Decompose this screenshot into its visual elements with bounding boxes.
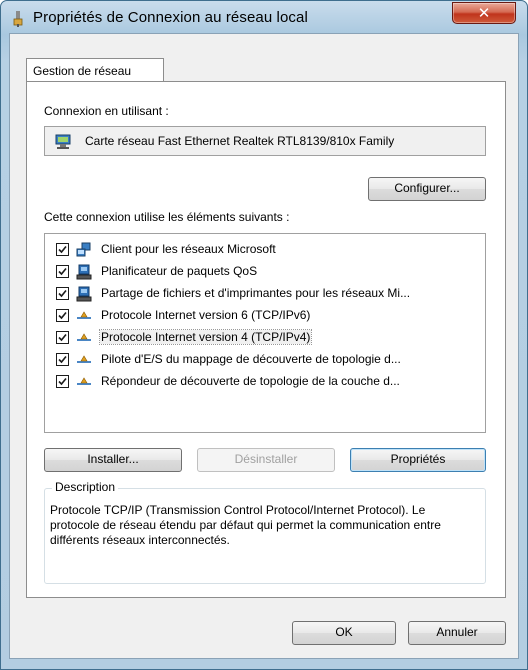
list-item-label: Planificateur de paquets QoS <box>101 264 258 278</box>
checkbox[interactable] <box>56 331 69 344</box>
checkbox[interactable] <box>56 243 69 256</box>
list-item-label: Protocole Internet version 4 (TCP/IPv4) <box>98 329 313 345</box>
list-item-selected[interactable]: Protocole Internet version 4 (TCP/IPv4) <box>45 327 485 349</box>
uninstall-button[interactable]: Désinstaller <box>197 448 335 472</box>
list-item-label: Partage de fichiers et d'imprimantes pou… <box>101 286 411 300</box>
description-text: Protocole TCP/IP (Transmission Control P… <box>50 503 441 547</box>
connect-using-label: Connexion en utilisant : <box>44 104 169 118</box>
list-item-label: Client pour les réseaux Microsoft <box>101 242 276 256</box>
list-item[interactable]: Pilote d'E/S du mappage de découverte de… <box>45 349 485 371</box>
list-item[interactable]: Répondeur de découverte de topologie de … <box>45 371 485 393</box>
network-client-icon <box>76 242 91 257</box>
checkmark-icon <box>58 355 67 364</box>
list-item[interactable]: Client pour les réseaux Microsoft <box>45 239 485 261</box>
protocol-icon <box>77 333 91 341</box>
network-adapter-icon <box>55 134 71 149</box>
components-label: Cette connexion utilise les éléments sui… <box>44 210 290 224</box>
components-list[interactable]: Client pour les réseaux Microsoft Planif… <box>44 233 486 433</box>
checkmark-icon <box>58 377 67 386</box>
checkbox[interactable] <box>56 309 69 322</box>
checkmark-icon <box>58 267 67 276</box>
checkbox[interactable] <box>56 287 69 300</box>
close-icon: ✕ <box>477 4 491 22</box>
protocol-icon <box>77 355 91 363</box>
cancel-button[interactable]: Annuler <box>408 621 506 645</box>
description-title: Description <box>52 480 119 494</box>
ok-button[interactable]: OK <box>292 621 396 645</box>
checkmark-icon <box>58 333 67 342</box>
list-item[interactable]: Protocole Internet version 6 (TCP/IPv6) <box>45 305 485 327</box>
list-item[interactable]: Partage de fichiers et d'imprimantes pou… <box>45 283 485 305</box>
close-button[interactable]: ✕ <box>452 2 516 24</box>
title-bar[interactable]: Propriétés de Connexion au réseau local … <box>1 1 527 35</box>
checkmark-icon <box>58 245 67 254</box>
list-item-label: Protocole Internet version 6 (TCP/IPv6) <box>101 308 311 322</box>
list-item-label: Pilote d'E/S du mappage de découverte de… <box>101 352 401 366</box>
protocol-icon <box>77 311 91 319</box>
tab-label: Gestion de réseau <box>33 64 132 78</box>
checkbox[interactable] <box>56 265 69 278</box>
properties-button[interactable]: Propriétés <box>350 448 486 472</box>
checkmark-icon <box>58 289 67 298</box>
protocol-icon <box>77 377 91 385</box>
window-title: Propriétés de Connexion au réseau local <box>33 9 308 26</box>
checkmark-icon <box>58 311 67 320</box>
checkbox[interactable] <box>56 375 69 388</box>
checkbox[interactable] <box>56 353 69 366</box>
tab-gestion-de-reseau[interactable]: Gestion de réseau <box>26 58 164 82</box>
service-icon <box>76 286 92 302</box>
list-item[interactable]: Planificateur de paquets QoS <box>45 261 485 283</box>
adapter-field[interactable]: Carte réseau Fast Ethernet Realtek RTL81… <box>44 126 486 156</box>
network-connection-icon <box>13 11 23 27</box>
configure-button[interactable]: Configurer... <box>368 177 486 201</box>
install-button[interactable]: Installer... <box>44 448 182 472</box>
adapter-name: Carte réseau Fast Ethernet Realtek RTL81… <box>85 134 395 148</box>
service-icon <box>76 264 92 280</box>
list-item-label: Répondeur de découverte de topologie de … <box>101 374 400 388</box>
